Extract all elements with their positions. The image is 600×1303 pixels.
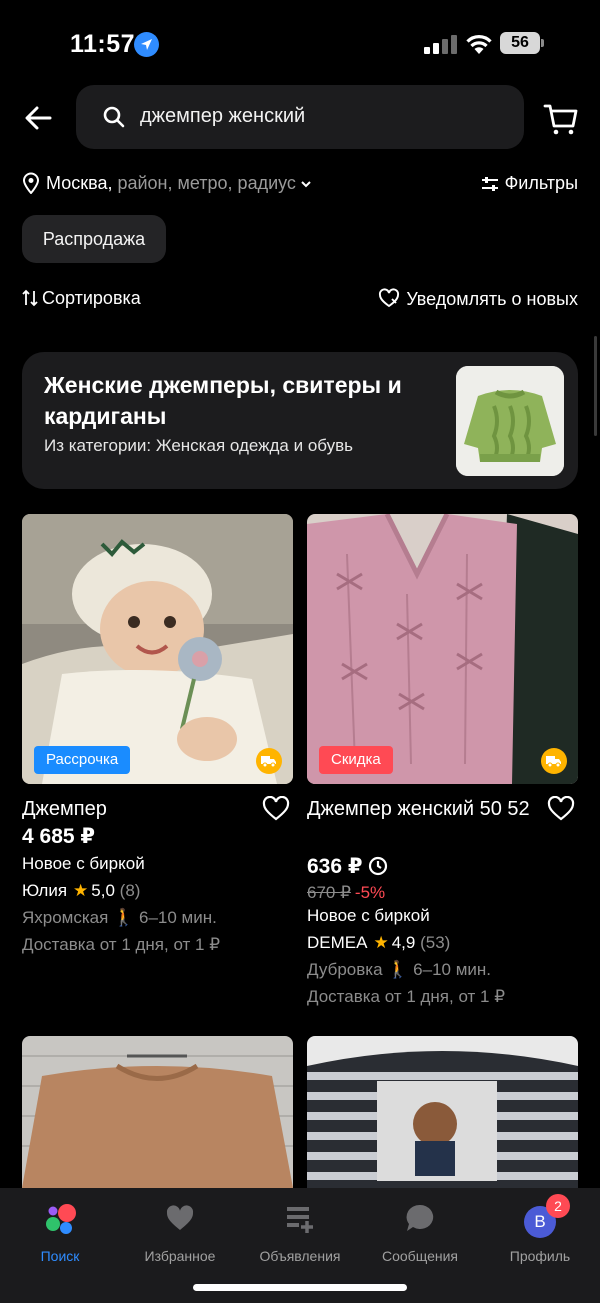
location-pin-icon (22, 172, 40, 194)
back-button[interactable] (22, 98, 56, 138)
tab-messages[interactable]: Сообщения (360, 1198, 480, 1264)
arrow-left-icon (25, 106, 52, 130)
seller-name: DEMEA (307, 933, 368, 952)
cart-icon (543, 104, 578, 135)
category-image (456, 366, 564, 476)
notification-badge: 2 (546, 1194, 570, 1218)
scrollbar[interactable] (594, 336, 597, 436)
search-icon (103, 106, 125, 128)
product-image[interactable] (22, 514, 293, 784)
product-image[interactable] (307, 514, 578, 784)
cart-button[interactable] (541, 98, 581, 138)
sort-button[interactable]: Сортировка (22, 288, 141, 309)
tab-listings[interactable]: Объявления (240, 1198, 360, 1264)
search-input[interactable]: джемпер женский (76, 85, 524, 149)
home-indicator (193, 1284, 407, 1291)
tab-label: Избранное (144, 1248, 216, 1264)
tab-label: Сообщения (382, 1248, 458, 1264)
category-title: Женские джемперы, свитеры и кардиганы (44, 372, 402, 429)
price-row: 636 ₽ (307, 854, 388, 879)
status-time: 11:57 (70, 30, 136, 58)
clock-icon (369, 856, 388, 876)
star-icon: ★ (373, 933, 389, 952)
tab-search[interactable]: Поиск (0, 1198, 120, 1264)
product-title[interactable]: Джемпер (22, 796, 252, 823)
product-condition: Новое с биркой (307, 906, 430, 925)
sale-chip[interactable]: Распродажа (22, 215, 166, 263)
notify-label: Уведомлять о новых (406, 289, 578, 309)
chat-icon (406, 1204, 434, 1231)
tab-label: Профиль (509, 1248, 571, 1264)
walking-icon: 🚶 (113, 908, 135, 927)
discount-badge: Скидка (319, 746, 393, 774)
seller-row: DEMEA ★ 4,9 (53) (307, 933, 450, 953)
location-selector[interactable]: Москва, район, метро, радиус (46, 173, 312, 194)
delivery-truck-icon (256, 748, 282, 774)
location-row: Москва, район, метро, радиус Фильтры (22, 170, 578, 198)
category-subtitle: Из категории: Женская одежда и обувь (44, 436, 354, 455)
seller-name: Юлия (22, 881, 68, 900)
product-image[interactable] (307, 1036, 578, 1188)
search-query: джемпер женский (140, 105, 306, 127)
metro-row: Дубровка 🚶 6–10 мин. (307, 960, 491, 980)
seller-reviews: (8) (119, 881, 141, 900)
product-title[interactable]: Джемпер женский 50 52 (307, 796, 537, 823)
delivery-info: Доставка от 1 дня, от 1 ₽ (307, 987, 506, 1006)
tab-label: Объявления (259, 1248, 341, 1264)
walk-time: 6–10 мин. (413, 960, 492, 979)
filters-label: Фильтры (504, 173, 578, 193)
sort-label: Сортировка (42, 288, 141, 308)
sort-arrows-icon (22, 289, 38, 307)
discount-percent: -5% (354, 883, 386, 902)
favorite-button[interactable] (547, 795, 575, 827)
status-bar: 11:57 56 (0, 0, 600, 84)
metro-row: Яхромская 🚶 6–10 мин. (22, 908, 217, 928)
star-icon: ★ (73, 881, 89, 900)
seller-row: Юлия ★ 5,0 (8) (22, 881, 140, 901)
battery-cap (541, 39, 544, 47)
location-city: Москва, (46, 173, 113, 193)
product-price: 636 ₽ (307, 855, 363, 878)
wifi-icon (466, 35, 492, 54)
delivery-truck-icon (541, 748, 567, 774)
product-image[interactable] (22, 1036, 293, 1188)
filters-button[interactable]: Фильтры (481, 173, 578, 194)
notify-new-button[interactable]: Уведомлять о новых (378, 288, 578, 310)
category-card[interactable]: Женские джемперы, свитеры и кардиганы Из… (22, 352, 578, 489)
chevron-down-icon (301, 181, 311, 188)
old-price-row: 670 ₽ -5% (307, 883, 385, 903)
walk-time: 6–10 мин. (139, 908, 217, 927)
seller-rating: 4,9 (391, 933, 416, 952)
heart-icon (547, 795, 575, 821)
tab-favorites[interactable]: Избранное (120, 1198, 240, 1264)
sliders-icon (481, 177, 498, 191)
heart-icon (166, 1205, 194, 1230)
heart-icon (262, 795, 290, 821)
cellular-signal-icon (424, 34, 458, 54)
walking-icon: 🚶 (387, 960, 409, 979)
product-price: 4 685 ₽ (22, 825, 95, 848)
installment-badge: Рассрочка (34, 746, 131, 774)
battery-indicator: 56 (500, 32, 540, 54)
favorite-button[interactable] (262, 795, 290, 827)
location-details: район, метро, радиус (112, 173, 296, 193)
search-logo-icon (46, 1204, 76, 1234)
tab-label: Поиск (40, 1248, 80, 1264)
tab-profile[interactable]: B 2 Профиль (480, 1194, 600, 1264)
sort-row: Сортировка Уведомлять о новых (22, 286, 578, 312)
seller-rating: 5,0 (91, 881, 115, 900)
delivery-info: Доставка от 1 дня, от 1 ₽ (22, 935, 221, 954)
old-price: 670 ₽ (307, 883, 351, 902)
seller-reviews: (53) (420, 933, 451, 952)
metro-station: Яхромская (22, 908, 109, 927)
product-condition: Новое с биркой (22, 854, 145, 873)
metro-station: Дубровка (307, 960, 383, 979)
location-arrow-icon (134, 32, 159, 57)
heart-bell-icon (379, 288, 400, 308)
list-add-icon (287, 1207, 313, 1233)
